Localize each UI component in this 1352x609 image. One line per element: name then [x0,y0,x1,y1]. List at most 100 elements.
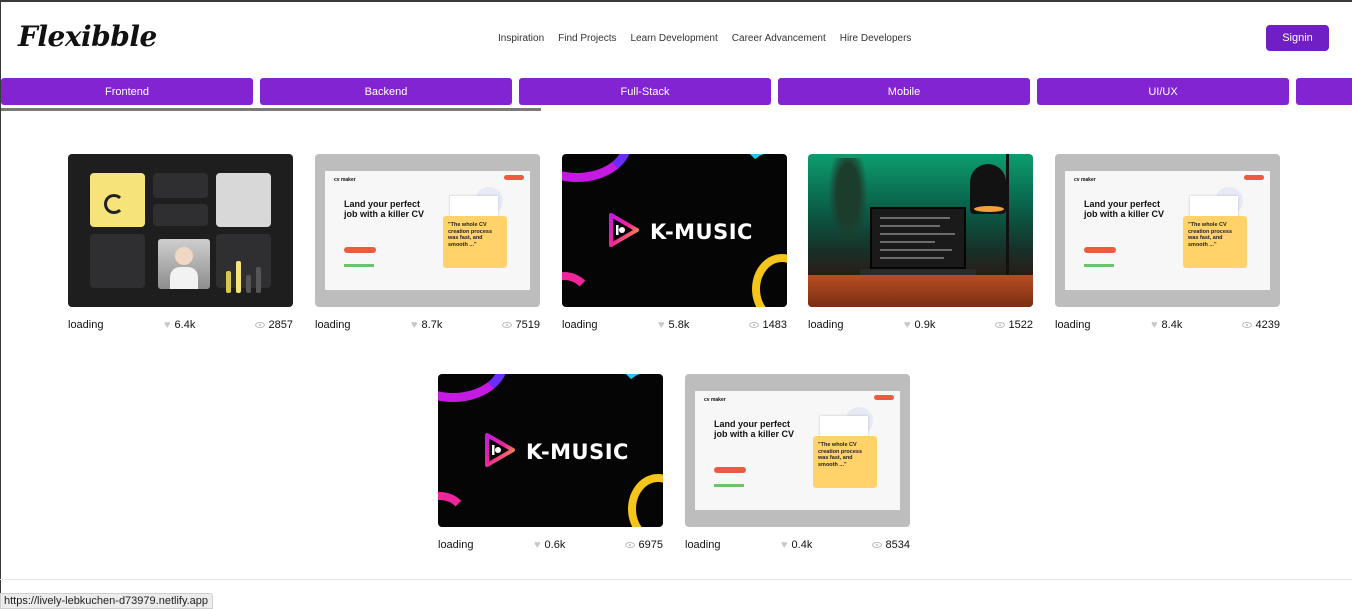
thumb-page: cv maker Land your perfect job with a ki… [695,391,900,510]
project-card[interactable]: cv maker Land your perfect job with a ki… [685,374,910,553]
likes-count: ♥ 0.6k [534,539,565,551]
signin-button[interactable]: Signin [1266,25,1329,51]
likes-value: 5.8k [668,319,690,331]
project-meta: loading ♥ 0.9k 1522 [808,319,1033,333]
views-value: 1522 [1008,319,1033,331]
k-music-play-icon [609,213,639,247]
eye-icon [994,322,1005,328]
thumb-quote: "The whole CV creation process was fast,… [443,216,507,268]
thumb-arc [616,374,663,424]
thumb-arc [752,254,787,307]
views-value: 2857 [268,319,293,331]
views-count: 6975 [624,539,663,551]
project-meta: loading ♥ 6.4k 2857 [68,319,293,333]
views-value: 4239 [1255,319,1280,331]
likes-count: ♥ 5.8k [658,319,689,331]
thumb-bar [246,275,251,293]
thumb-arc [438,492,470,527]
project-card[interactable]: cv maker Land your perfect job with a ki… [315,154,540,333]
thumb-rating [344,264,374,267]
category-backend[interactable]: Backend [260,78,512,105]
thumb-cta [714,467,746,473]
nav-hire-developers[interactable]: Hire Developers [840,33,912,44]
likes-count: ♥ 8.7k [411,319,442,331]
project-thumbnail[interactable]: cv maker Land your perfect job with a ki… [1055,154,1280,307]
project-meta: loading ♥ 0.6k 6975 [438,539,663,553]
likes-count: ♥ 0.9k [904,319,935,331]
thumb-arc [562,154,632,182]
project-author[interactable]: loading [438,539,473,551]
project-meta: loading ♥ 0.4k 8534 [685,539,910,553]
category-filter-bar: Frontend Backend Full-Stack Mobile UI/UX [1,78,1352,105]
thumb-cta [344,247,376,253]
thumb-page: cv maker Land your perfect job with a ki… [1065,171,1270,290]
project-card[interactable]: cv maker Land your perfect job with a ki… [1055,154,1280,333]
thumb-bar [256,267,261,293]
likes-value: 0.9k [914,319,936,331]
project-thumbnail[interactable] [68,154,293,307]
thumb-pill [1244,175,1264,180]
project-card[interactable]: K-MUSIC loading ♥ 0.6k 6975 [438,374,663,553]
category-full-stack[interactable]: Full-Stack [519,78,771,105]
thumb-person [158,239,210,289]
category-ui-ux[interactable]: UI/UX [1037,78,1289,105]
thumb-rating [1084,264,1114,267]
thumb-tile [216,234,271,288]
thumb-bar [226,271,231,293]
views-value: 6975 [638,539,663,551]
thumb-headline: Land your perfect job with a killer CV [1084,199,1165,219]
project-author[interactable]: loading [685,539,720,551]
project-author[interactable]: loading [68,319,103,331]
category-mobile[interactable]: Mobile [778,78,1030,105]
project-thumbnail[interactable]: cv maker Land your perfect job with a ki… [315,154,540,307]
views-value: 8534 [885,539,910,551]
project-card[interactable]: loading ♥ 0.9k 1522 [808,154,1033,333]
likes-value: 8.7k [421,319,443,331]
project-author[interactable]: loading [562,319,597,331]
views-count: 1483 [748,319,787,331]
project-thumbnail[interactable] [808,154,1033,307]
heart-icon: ♥ [1151,319,1158,331]
views-count: 7519 [501,319,540,331]
category-next[interactable] [1296,78,1352,105]
likes-count: ♥ 8.4k [1151,319,1182,331]
nav-find-projects[interactable]: Find Projects [558,33,616,44]
project-author[interactable]: loading [1055,319,1090,331]
project-thumbnail[interactable]: K-MUSIC [438,374,663,527]
project-meta: loading ♥ 8.4k 4239 [1055,319,1280,333]
heart-icon: ♥ [164,319,171,331]
project-thumbnail[interactable]: K-MUSIC [562,154,787,307]
category-frontend[interactable]: Frontend [1,78,253,105]
thumb-arc [438,374,508,402]
eye-icon [501,322,512,328]
project-meta: loading ♥ 5.8k 1483 [562,319,787,333]
nav-career-advancement[interactable]: Career Advancement [732,33,826,44]
nav-inspiration[interactable]: Inspiration [498,33,544,44]
project-card[interactable]: loading ♥ 6.4k 2857 [68,154,293,333]
project-author[interactable]: loading [315,319,350,331]
likes-value: 0.4k [791,539,813,551]
thumb-pill [874,395,894,400]
likes-count: ♥ 0.4k [781,539,812,551]
category-scrollbar[interactable] [1,108,541,111]
thumb-tile [153,204,208,226]
site-logo[interactable]: Flexibble [18,20,157,53]
views-value: 1483 [762,319,787,331]
thumb-arc [740,154,787,204]
thumb-cta [1084,247,1116,253]
project-author[interactable]: loading [808,319,843,331]
project-meta: loading ♥ 8.7k 7519 [315,319,540,333]
eye-icon [871,542,882,548]
main-nav: Inspiration Find Projects Learn Developm… [498,33,911,44]
thumb-pill [504,175,524,180]
thumb-arc [562,272,594,307]
likes-count: ♥ 6.4k [164,319,195,331]
views-count: 4239 [1241,319,1280,331]
thumb-tile [90,234,145,288]
k-music-play-icon [485,433,515,467]
project-card[interactable]: K-MUSIC loading ♥ 5.8k 1483 [562,154,787,333]
thumb-tile [216,173,271,227]
project-thumbnail[interactable]: cv maker Land your perfect job with a ki… [685,374,910,527]
nav-learn-development[interactable]: Learn Development [631,33,718,44]
eye-icon [624,542,635,548]
